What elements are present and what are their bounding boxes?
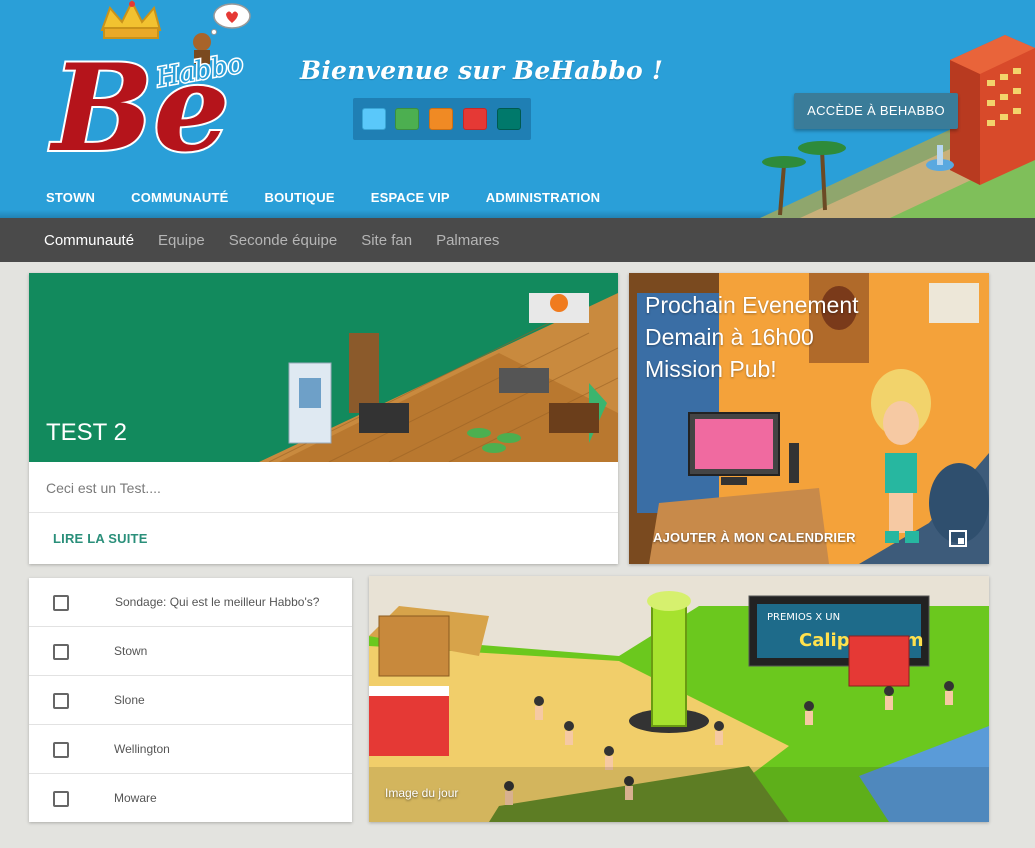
news-article-card: TEST 2 Ceci est un Test.... LIRE LA SUIT… <box>29 273 618 564</box>
poll-option-label: Wellington <box>114 742 170 756</box>
event-name: Mission Pub! <box>645 356 777 382</box>
theme-swatch-light-blue[interactable] <box>362 108 386 130</box>
theme-swatch-teal[interactable] <box>497 108 521 130</box>
event-announcement: Prochain Evenement Demain à 16h00 Missio… <box>645 289 859 385</box>
poll-option-label: Stown <box>114 644 148 658</box>
article-title[interactable]: TEST 2 <box>46 419 127 447</box>
theme-color-picker <box>353 98 531 140</box>
site-header: Be Habbo Bienvenue sur BeHabbo ! ACCÈDE … <box>0 0 1035 218</box>
theme-swatch-red[interactable] <box>463 108 487 130</box>
poll-checkbox[interactable] <box>53 693 69 709</box>
poll-option[interactable]: Moware <box>29 774 352 822</box>
nav-stown[interactable]: STOWN <box>46 190 95 205</box>
poll-option[interactable]: Slone <box>29 676 352 725</box>
welcome-title: Bienvenue sur BeHabbo ! <box>300 56 663 85</box>
add-to-calendar-link[interactable]: AJOUTER À MON CALENDRIER <box>653 530 856 545</box>
poll-checkbox[interactable] <box>53 644 69 660</box>
poll-option-label: Slone <box>114 693 145 707</box>
behabbo-logo[interactable]: Be Habbo <box>44 0 254 190</box>
poll-option[interactable]: Wellington <box>29 725 352 774</box>
subnav-seconde-equipe[interactable]: Seconde équipe <box>229 232 337 249</box>
poll-question: Sondage: Qui est le meilleur Habbo's? <box>115 595 320 609</box>
event-time: Demain à 16h00 <box>645 324 814 350</box>
subnav-palmares[interactable]: Palmares <box>436 232 499 249</box>
poll-checkbox[interactable] <box>53 742 69 758</box>
subnav-equipe[interactable]: Equipe <box>158 232 205 249</box>
heart-bubble-icon <box>211 3 251 35</box>
nav-administration[interactable]: ADMINISTRATION <box>486 190 601 205</box>
article-image: TEST 2 <box>29 273 618 462</box>
poll-checkbox[interactable] <box>53 791 69 807</box>
svg-text:PREMIOS X UN: PREMIOS X UN <box>767 612 840 623</box>
theme-swatch-orange[interactable] <box>429 108 453 130</box>
nav-espace-vip[interactable]: ESPACE VIP <box>371 190 450 205</box>
poll-option-label: Moware <box>114 791 157 805</box>
subnav-communaute[interactable]: Communauté <box>44 232 134 249</box>
main-nav: STOWN COMMUNAUTÉ BOUTIQUE ESPACE VIP ADM… <box>46 190 636 205</box>
poll-option[interactable]: Stown <box>29 627 352 676</box>
crown-icon <box>100 0 162 39</box>
theme-swatch-green[interactable] <box>395 108 419 130</box>
poll-card: Sondage: Qui est le meilleur Habbo's? St… <box>29 578 352 822</box>
next-event-card: Prochain Evenement Demain à 16h00 Missio… <box>629 273 989 564</box>
image-of-the-day-card[interactable]: PREMIOS X UN Calippo.com Image du jour <box>369 576 989 822</box>
image-of-the-day-caption: Image du jour <box>385 786 459 800</box>
expand-icon[interactable] <box>949 530 967 547</box>
article-divider <box>29 512 618 513</box>
poll-question-row: Sondage: Qui est le meilleur Habbo's? <box>29 578 352 627</box>
article-excerpt: Ceci est un Test.... <box>46 480 161 496</box>
sub-nav: Communauté Equipe Seconde équipe Site fa… <box>0 218 1035 262</box>
nav-communaute[interactable]: COMMUNAUTÉ <box>131 190 228 205</box>
access-behabbo-button[interactable]: ACCÈDE À BEHABBO <box>794 93 958 129</box>
read-more-link[interactable]: LIRE LA SUITE <box>53 531 148 546</box>
event-title: Prochain Evenement <box>645 292 859 318</box>
nav-boutique[interactable]: BOUTIQUE <box>264 190 334 205</box>
poll-checkbox[interactable] <box>53 595 69 611</box>
caption-overlay <box>369 767 989 822</box>
subnav-site-fan[interactable]: Site fan <box>361 232 412 249</box>
